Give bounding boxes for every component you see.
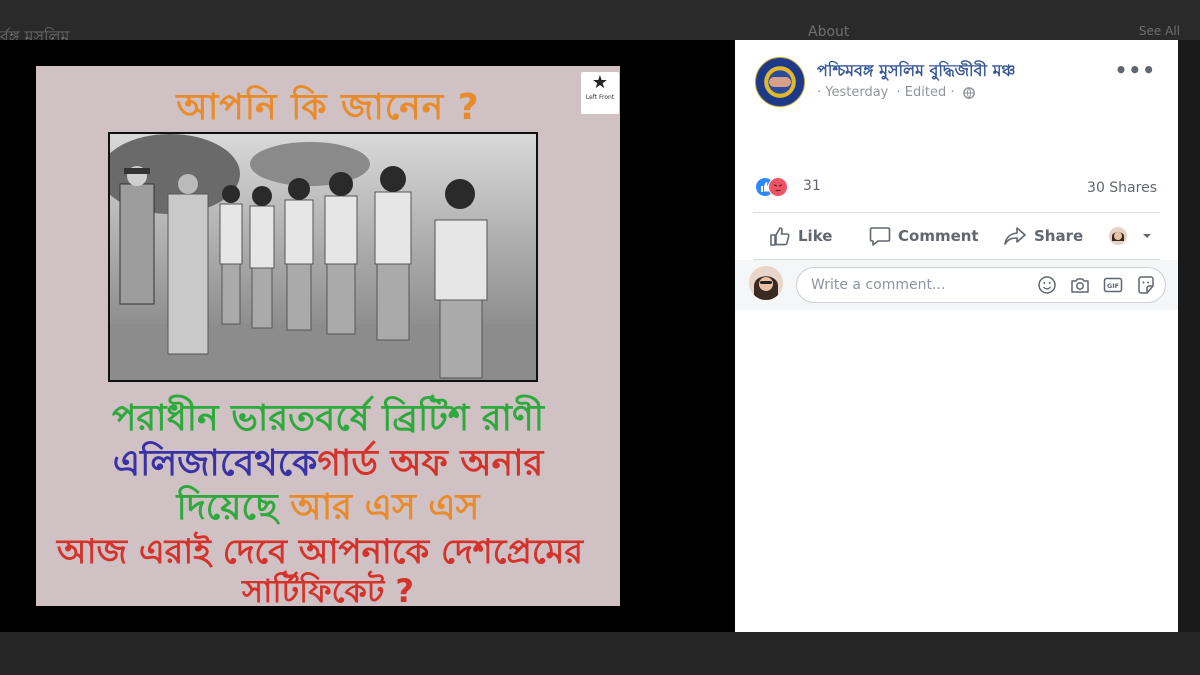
poster-line-2-part-a: এলিজাবেথকে	[112, 443, 318, 484]
audience-selector[interactable]	[1109, 218, 1154, 254]
comment-composer: Write a comment... GIF	[735, 260, 1178, 310]
reaction-count: 31	[803, 178, 821, 194]
chevron-down-icon	[1143, 234, 1151, 238]
historical-photo	[108, 132, 538, 382]
angry-reaction-icon	[768, 177, 788, 197]
background-top-strip: র্বঙ্গ মুসলিম About See All	[0, 0, 1200, 46]
poster-line-3-part-a: দিয়েছে	[176, 487, 278, 528]
post-time[interactable]: · Yesterday	[817, 85, 888, 100]
share-icon	[1004, 227, 1026, 245]
post-side-panel: পশ্চিমবঙ্গ মুসলিম বুদ্ধিজীবী মঞ্চ · Yest…	[735, 40, 1178, 632]
poster-line-5: সার্টিফিকেট ?	[242, 572, 414, 606]
share-button[interactable]: Share	[1003, 218, 1083, 254]
left-front-logo: ★ Left Front	[581, 72, 619, 114]
comment-label: Comment	[898, 227, 979, 245]
thumbs-up-icon	[770, 227, 790, 246]
sticker-icon[interactable]	[1136, 275, 1156, 295]
background-about-heading: About	[808, 24, 850, 40]
comment-icon	[869, 227, 891, 246]
post-actions: Like Comment Share	[753, 218, 1160, 254]
shares-count-link[interactable]: 30 Shares	[1087, 180, 1157, 196]
camera-icon[interactable]	[1070, 275, 1090, 295]
poster-title: আপনি কি জানেন ?	[176, 87, 480, 128]
logo-text: Left Front	[585, 94, 615, 101]
emoji-icon[interactable]	[1037, 275, 1057, 295]
like-label: Like	[798, 227, 833, 245]
post-meta: · Yesterday · Edited ·	[817, 85, 975, 100]
background-bottom-strip	[0, 632, 1200, 675]
svg-text:GIF: GIF	[1107, 282, 1119, 290]
poster-image[interactable]: আপনি কি জানেন ? ★ Left Front পরাধীন ভারত…	[36, 66, 620, 606]
star-icon: ★	[591, 72, 609, 93]
edited-label[interactable]: · Edited ·	[897, 85, 955, 100]
background-see-all-link: See All	[1138, 24, 1180, 38]
share-label: Share	[1034, 227, 1084, 245]
more-options-button[interactable]: •••	[1115, 58, 1156, 82]
page-avatar[interactable]	[755, 57, 805, 107]
photo-viewer[interactable]: আপনি কি জানেন ? ★ Left Front পরাধীন ভারত…	[0, 40, 735, 632]
gif-icon[interactable]: GIF	[1103, 275, 1123, 295]
like-button[interactable]: Like	[769, 218, 832, 254]
poster-line-3-part-b: আর এস এস	[277, 487, 480, 528]
user-avatar[interactable]	[749, 266, 783, 300]
divider	[753, 212, 1160, 213]
page-name-link[interactable]: পশ্চিমবঙ্গ মুসলিম বুদ্ধিজীবী মঞ্চ	[817, 58, 1016, 85]
user-avatar-small-icon	[1109, 227, 1127, 245]
poster-line-2-part-b: গার্ড অফ অনার	[317, 443, 544, 484]
globe-icon[interactable]	[962, 86, 975, 99]
comment-button[interactable]: Comment	[869, 218, 979, 254]
comment-tools: GIF	[1024, 275, 1156, 295]
